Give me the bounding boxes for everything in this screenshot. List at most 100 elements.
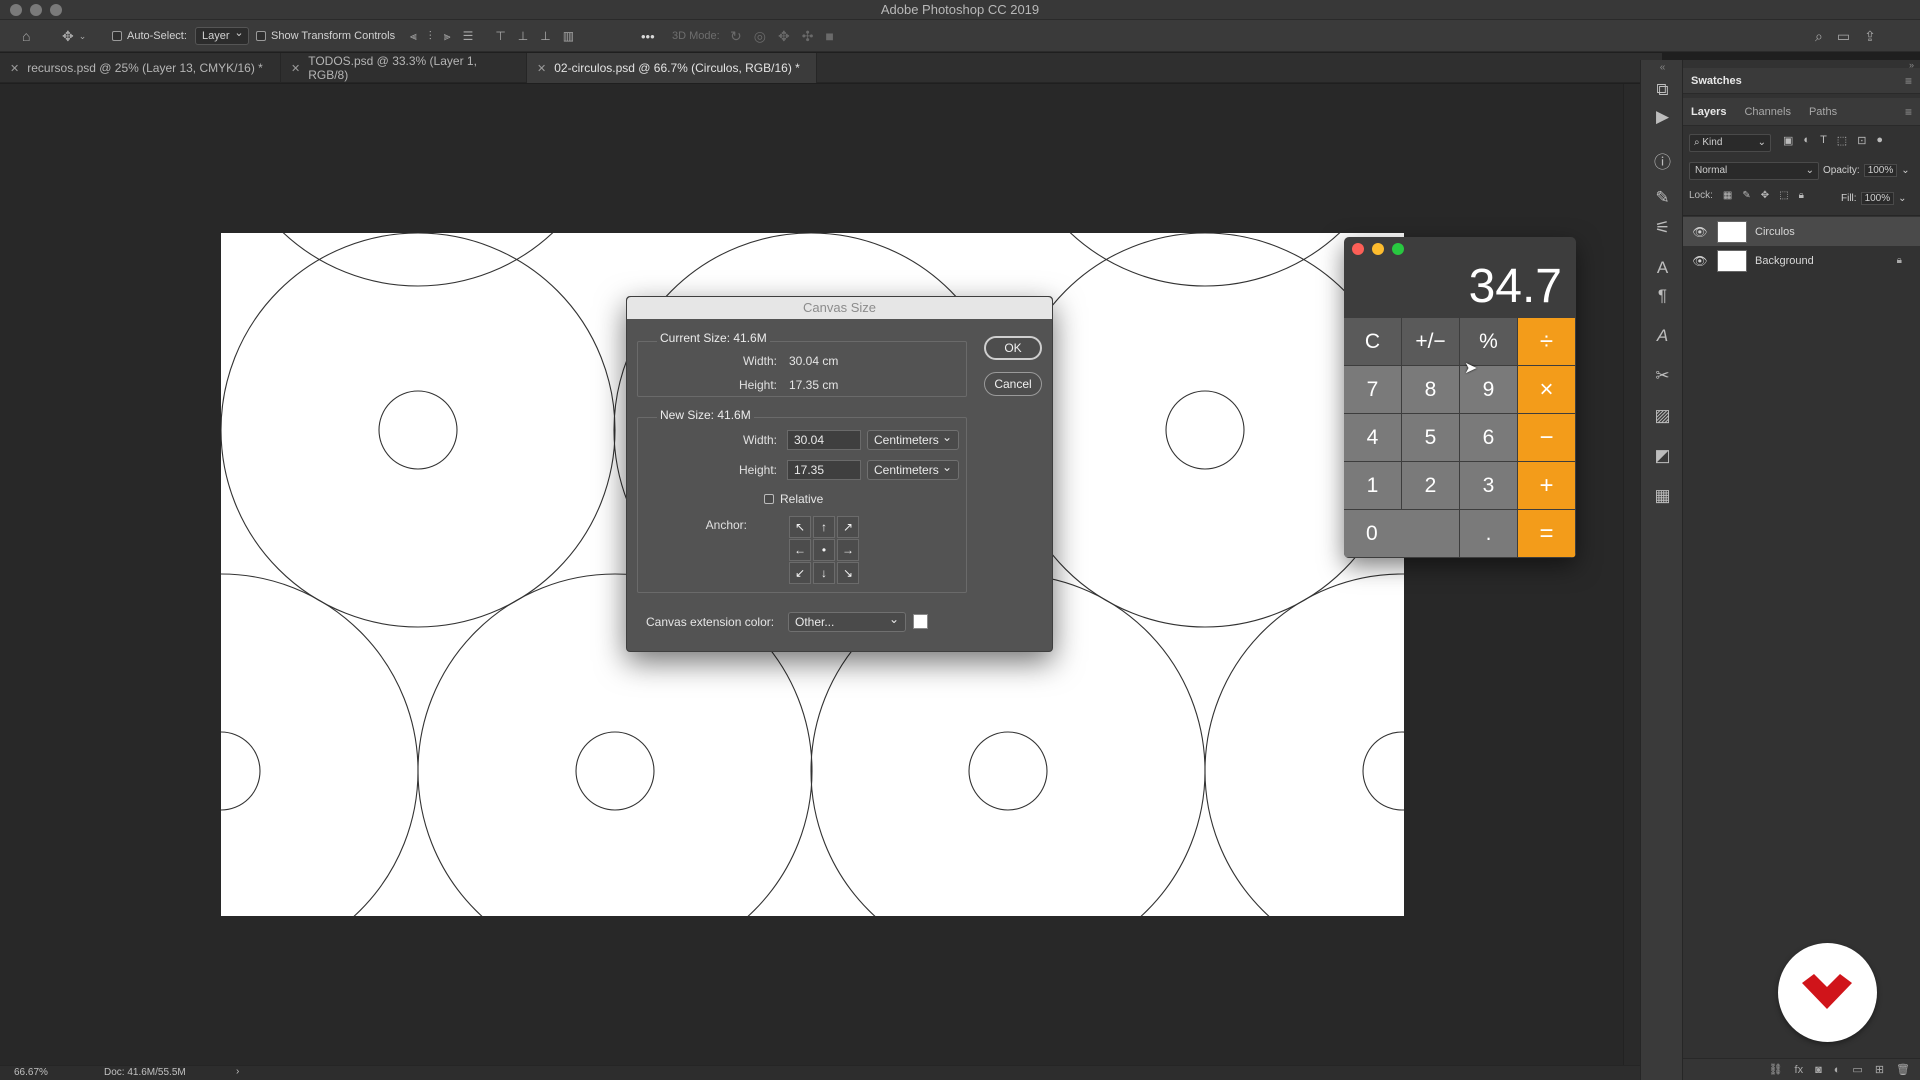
pixel-filter-icon[interactable]: ▣ [1783, 134, 1793, 147]
paragraph-icon[interactable]: ¶ [1641, 286, 1684, 306]
tab-02-circulos[interactable]: ✕ 02-circulos.psd @ 66.7% (Circulos, RGB… [527, 53, 817, 83]
minimize-window-icon[interactable] [30, 4, 42, 16]
add-key[interactable]: + [1518, 462, 1576, 510]
actions-play-icon[interactable]: ▶ [1641, 107, 1684, 127]
auto-select-check[interactable] [112, 31, 122, 41]
digit-4-key[interactable]: 4 [1344, 414, 1402, 462]
tab-todos[interactable]: ✕ TODOS.psd @ 33.3% (Layer 1, RGB/8) [281, 53, 527, 83]
zoom-window-icon[interactable] [1392, 243, 1404, 255]
relative-checkbox[interactable]: Relative [764, 492, 823, 506]
lock-transparent-icon[interactable]: ▦ [1723, 190, 1732, 201]
auto-select-checkbox[interactable]: Auto-Select: [112, 20, 187, 52]
visibility-eye-icon[interactable]: 👁︎ [1689, 254, 1711, 268]
align-center-icon[interactable]: ⫶ [429, 29, 432, 44]
shape-filter-icon[interactable]: ⬚ [1837, 134, 1847, 147]
new-layer-icon[interactable]: ⊞ [1875, 1063, 1884, 1076]
extension-color-dropdown[interactable]: Other... [788, 612, 906, 632]
extension-color-swatch[interactable] [913, 614, 928, 629]
expand-panels-icon[interactable]: » [1683, 60, 1920, 70]
lock-position-icon[interactable]: ✥ [1761, 190, 1769, 201]
delete-layer-icon[interactable]: 🗑︎ [1896, 1063, 1910, 1076]
anchor-top-right[interactable]: ↗ [837, 516, 859, 538]
align-top-icon[interactable]: ⊤ [495, 29, 505, 43]
digit-3-key[interactable]: 3 [1460, 462, 1518, 510]
opacity-input[interactable]: 100% [1863, 164, 1898, 177]
anchor-left[interactable]: ← [789, 539, 811, 561]
vertical-scrollbar[interactable] [1623, 84, 1640, 1065]
lock-all-icon[interactable]: 🔒︎ [1799, 190, 1804, 201]
home-icon[interactable]: ⌂ [22, 20, 30, 52]
tab-recursos[interactable]: ✕ recursos.psd @ 25% (Layer 13, CMYK/16)… [0, 53, 281, 83]
panel-menu-icon[interactable]: ≡ [1905, 105, 1912, 119]
digit-1-key[interactable]: 1 [1344, 462, 1402, 510]
new-group-icon[interactable]: ▭ [1852, 1063, 1862, 1076]
divide-key[interactable]: ÷ [1518, 318, 1576, 366]
tab-swatches[interactable]: Swatches [1691, 75, 1742, 87]
equals-key[interactable]: = [1518, 510, 1576, 558]
fill-slider-icon[interactable]: ⌄ [1898, 193, 1906, 204]
width-unit-dropdown[interactable]: Centimeters [867, 430, 959, 450]
height-input[interactable]: 17.35 [787, 460, 861, 480]
align-left-icon[interactable]: ⫷ [410, 29, 417, 44]
digit-0-key[interactable]: 0 [1344, 510, 1460, 558]
anchor-right[interactable]: → [837, 539, 859, 561]
distribute-vertical-icon[interactable]: ▥ [563, 29, 574, 43]
layer-filter-dropdown[interactable]: ⌕ Kind ⌄ [1689, 134, 1771, 152]
digit-8-key[interactable]: 8 [1402, 366, 1460, 414]
digit-5-key[interactable]: 5 [1402, 414, 1460, 462]
zoom-window-icon[interactable] [50, 4, 62, 16]
digit-6-key[interactable]: 6 [1460, 414, 1518, 462]
3d-pan-icon[interactable]: ✥ [778, 28, 790, 45]
collapse-panels-icon[interactable]: « [1641, 62, 1684, 73]
align-bottom-icon[interactable]: ⊥ [540, 29, 550, 43]
layer-row-background[interactable]: 👁︎ Background 🔒︎ [1683, 246, 1920, 275]
fill-input[interactable]: 100% [1860, 192, 1895, 205]
share-icon[interactable]: ⇪ [1864, 28, 1876, 45]
layer-style-icon[interactable]: fx [1795, 1064, 1804, 1076]
styles-icon[interactable]: ▦ [1641, 486, 1684, 506]
anchor-center[interactable]: • [813, 539, 835, 561]
smart-filter-icon[interactable]: ⊡ [1857, 134, 1866, 147]
lock-image-icon[interactable]: ✎ [1742, 190, 1750, 201]
cancel-button[interactable]: Cancel [984, 372, 1042, 396]
subtract-key[interactable]: − [1518, 414, 1576, 462]
digit-2-key[interactable]: 2 [1402, 462, 1460, 510]
height-unit-dropdown[interactable]: Centimeters [867, 460, 959, 480]
tab-layers[interactable]: Layers [1691, 106, 1726, 118]
align-right-icon[interactable]: ⫸ [444, 29, 451, 44]
blend-mode-dropdown[interactable]: Normal ⌄ [1689, 162, 1819, 180]
patterns-icon[interactable]: ▨ [1641, 406, 1684, 426]
anchor-bottom[interactable]: ↓ [813, 562, 835, 584]
3d-slide-icon[interactable]: ✣ [802, 28, 814, 45]
relative-check[interactable] [764, 494, 774, 504]
layer-mask-icon[interactable]: ◙ [1815, 1064, 1822, 1076]
close-tab-icon[interactable]: ✕ [10, 62, 19, 75]
workspace-icon[interactable]: ▭ [1837, 28, 1850, 45]
adjustments-icon[interactable]: ⚟ [1641, 218, 1684, 238]
close-window-icon[interactable] [1352, 243, 1364, 255]
clear-key[interactable]: C [1344, 318, 1402, 366]
anchor-bottom-right[interactable]: ↘ [837, 562, 859, 584]
search-icon[interactable]: ⌕ [1815, 28, 1823, 45]
brush-settings-icon[interactable]: ✎ [1641, 188, 1684, 208]
link-layers-icon[interactable]: ⛓ [1769, 1063, 1783, 1076]
close-window-icon[interactable] [10, 4, 22, 16]
layer-row-circulos[interactable]: 👁︎ Circulos [1683, 217, 1920, 246]
anchor-top-left[interactable]: ↖ [789, 516, 811, 538]
anchor-top[interactable]: ↑ [813, 516, 835, 538]
move-tool-icon[interactable]: ✥ ⌄ [62, 20, 86, 52]
opacity-slider-icon[interactable]: ⌄ [1901, 165, 1909, 176]
anchor-bottom-left[interactable]: ↙ [789, 562, 811, 584]
distribute-icon[interactable]: ☰ [463, 29, 474, 43]
align-middle-icon[interactable]: ⊥ [518, 29, 528, 43]
tab-channels[interactable]: Channels [1744, 106, 1790, 118]
close-tab-icon[interactable]: ✕ [537, 62, 546, 75]
glyphs-icon[interactable]: A [1641, 326, 1684, 346]
lock-artboard-icon[interactable]: ⬚ [1779, 190, 1788, 201]
close-tab-icon[interactable]: ✕ [291, 62, 300, 75]
ok-button[interactable]: OK [984, 336, 1042, 360]
tool-presets-icon[interactable]: ✂ [1641, 366, 1684, 386]
new-adjustment-icon[interactable]: ◐ [1834, 1064, 1841, 1076]
visibility-eye-icon[interactable]: 👁︎ [1689, 225, 1711, 239]
gradients-icon[interactable]: ◩ [1641, 446, 1684, 466]
